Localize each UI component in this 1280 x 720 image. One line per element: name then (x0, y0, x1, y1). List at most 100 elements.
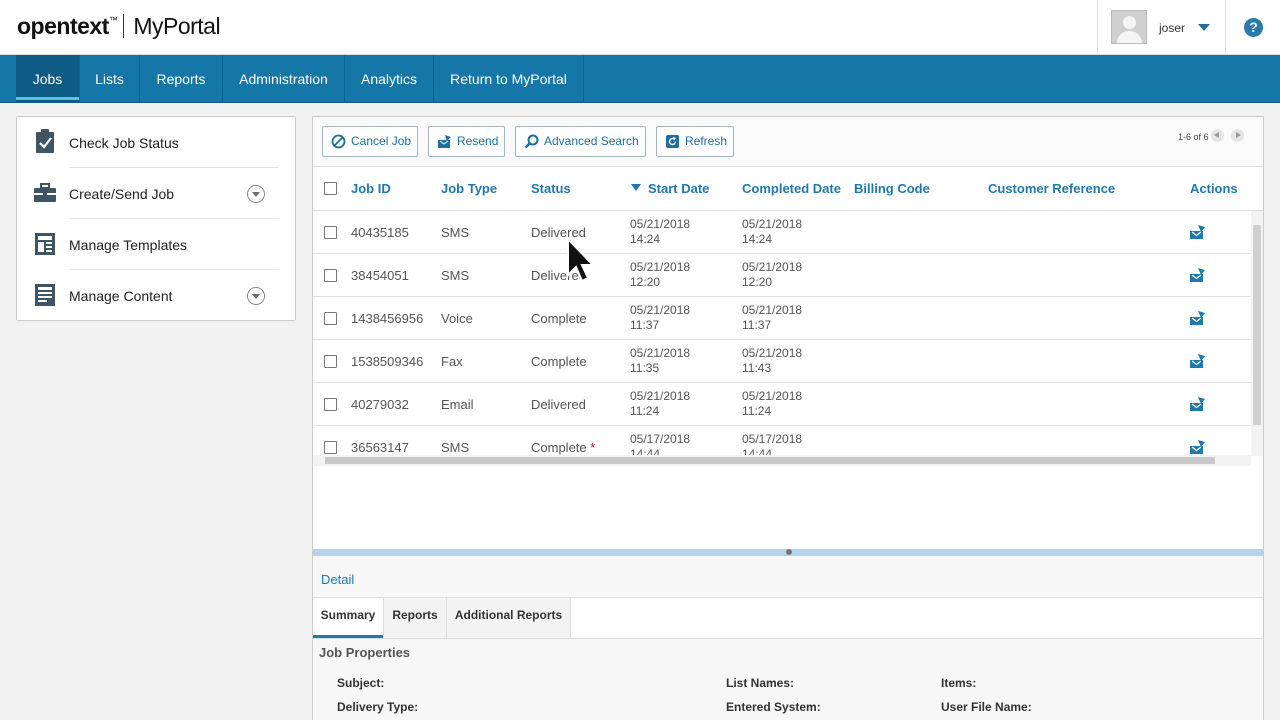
column-start-date[interactable]: Start Date (648, 181, 709, 196)
nav-administration[interactable]: Administration (223, 55, 345, 103)
nav-reports[interactable]: Reports (140, 55, 223, 103)
advanced-search-button[interactable]: Advanced Search (515, 126, 646, 157)
subject-label: Subject: (337, 676, 385, 690)
cancel-icon (331, 134, 346, 149)
job-type-cell: Email (441, 397, 474, 412)
main-nav: Jobs Lists Reports Administration Analyt… (0, 55, 1280, 103)
table-row[interactable]: 40435185 SMS Delivered 05/21/2018 14:24 0… (313, 211, 1251, 254)
table-row[interactable]: 36563147 SMS Complete * 05/17/2018 14:44 … (313, 426, 1251, 455)
select-all-checkbox[interactable] (324, 182, 337, 195)
start-date-cell: 05/21/2018 12:20 (630, 260, 691, 289)
sidebar-item-label: Manage Templates (69, 237, 188, 253)
detail-title: Detail (321, 572, 355, 587)
job-type-cell: SMS (441, 440, 470, 455)
column-job-type[interactable]: Job Type (441, 181, 497, 196)
job-id-cell: 38454051 (351, 268, 409, 283)
username: joser (1159, 21, 1186, 35)
resend-icon[interactable] (1189, 396, 1206, 412)
row-checkbox[interactable] (324, 441, 337, 454)
toolbar: Cancel Job Resend Advanced Search Refres… (313, 117, 1263, 167)
completed-date-cell: 05/21/2018 11:24 (742, 389, 803, 418)
table-row[interactable]: 1438456956 Voice Complete 05/21/2018 11:3… (313, 297, 1251, 340)
job-id-cell: 40435185 (351, 225, 409, 240)
sidebar-item-manage-templates[interactable]: Manage Templates (17, 219, 295, 270)
cancel-job-button[interactable]: Cancel Job (322, 126, 418, 157)
entered-system-label: Entered System: (726, 700, 821, 714)
status-cell: Delivered (531, 397, 586, 412)
start-date-cell: 05/21/2018 11:37 (630, 303, 691, 332)
nav-jobs[interactable]: Jobs (16, 55, 80, 103)
status-cell: Complete (531, 311, 587, 326)
search-icon (524, 134, 539, 149)
sidebar-item-check-job-status[interactable]: Check Job Status (17, 117, 295, 168)
user-menu[interactable]: joser (1097, 0, 1226, 54)
sidebar-item-create-send-job[interactable]: Create/Send Job (17, 168, 295, 219)
app-header: opentext™ MyPortal joser ? (0, 0, 1280, 55)
sidebar-item-label: Check Job Status (69, 135, 179, 151)
tab-summary[interactable]: Summary (313, 598, 384, 638)
toolbox-icon (34, 183, 56, 202)
chevron-down-icon[interactable] (247, 287, 265, 305)
delivery-type-label: Delivery Type: (337, 700, 419, 714)
job-id-cell: 36563147 (351, 440, 409, 455)
job-id-cell: 1438456956 (351, 311, 424, 326)
chevron-down-icon[interactable] (1198, 24, 1210, 31)
row-checkbox[interactable] (324, 269, 337, 282)
resend-icon[interactable] (1189, 224, 1206, 240)
sidebar-item-label: Manage Content (69, 288, 173, 304)
resend-icon[interactable] (1189, 267, 1206, 283)
tab-additional-reports[interactable]: Additional Reports (447, 598, 571, 638)
button-label: Advanced Search (544, 134, 639, 148)
sort-descending-icon[interactable] (631, 184, 641, 191)
table-row[interactable]: 40279032 Email Delivered 05/21/2018 11:24… (313, 383, 1251, 426)
panel-splitter[interactable] (313, 549, 1263, 556)
column-status[interactable]: Status (531, 181, 571, 196)
next-page-icon[interactable] (1231, 129, 1244, 142)
column-job-id[interactable]: Job ID (351, 181, 391, 196)
logo-trademark: ™ (108, 15, 118, 25)
resend-icon[interactable] (1189, 310, 1206, 326)
row-checkbox[interactable] (324, 398, 337, 411)
app-logo[interactable]: opentext™ MyPortal (17, 13, 221, 40)
drag-handle-icon[interactable] (786, 549, 792, 555)
row-checkbox[interactable] (324, 226, 337, 239)
start-date-cell: 05/21/2018 14:24 (630, 217, 691, 246)
row-checkbox[interactable] (324, 355, 337, 368)
table-row[interactable]: 1538509346 Fax Complete 05/21/2018 11:35 … (313, 340, 1251, 383)
previous-page-icon[interactable] (1211, 129, 1224, 142)
refresh-button[interactable]: Refresh (656, 126, 734, 157)
pager-text: 1-6 of 6 (1178, 132, 1209, 142)
vertical-scrollbar[interactable] (1251, 211, 1263, 456)
logo-product: MyPortal (133, 13, 221, 39)
avatar (1111, 10, 1147, 44)
status-cell: Complete * (531, 440, 596, 455)
template-icon (35, 233, 55, 255)
nav-lists[interactable]: Lists (80, 55, 140, 103)
sidebar-item-manage-content[interactable]: Manage Content (17, 270, 295, 321)
sidebar-panel: Check Job Status Create/Send Job Manage … (16, 116, 296, 321)
chevron-down-icon[interactable] (247, 185, 265, 203)
help-icon[interactable]: ? (1244, 18, 1263, 37)
job-id-cell: 40279032 (351, 397, 409, 412)
resend-icon[interactable] (1189, 353, 1206, 369)
resend-icon[interactable] (1189, 439, 1206, 455)
column-completed-date[interactable]: Completed Date (742, 181, 841, 196)
start-date-cell: 05/21/2018 11:35 (630, 346, 691, 375)
section-title: Job Properties (319, 645, 411, 660)
completed-date-cell: 05/21/2018 11:43 (742, 346, 803, 375)
start-date-cell: 05/17/2018 14:44 (630, 432, 691, 455)
job-type-cell: Fax (441, 354, 463, 369)
column-billing-code[interactable]: Billing Code (854, 181, 930, 196)
nav-return-to-myportal[interactable]: Return to MyPortal (434, 55, 584, 103)
resend-button[interactable]: Resend (428, 126, 505, 157)
logo-divider (123, 14, 125, 38)
horizontal-scrollbar[interactable] (313, 455, 1251, 466)
table-row[interactable]: 38454051 SMS Delivered 05/21/2018 12:20 0… (313, 254, 1251, 297)
user-file-name-label: User File Name: (941, 700, 1032, 714)
nav-analytics[interactable]: Analytics (345, 55, 434, 103)
row-checkbox[interactable] (324, 312, 337, 325)
tab-reports[interactable]: Reports (384, 598, 447, 638)
column-customer-reference[interactable]: Customer Reference (988, 181, 1115, 196)
mouse-cursor-icon (567, 237, 596, 283)
job-type-cell: SMS (441, 225, 470, 240)
